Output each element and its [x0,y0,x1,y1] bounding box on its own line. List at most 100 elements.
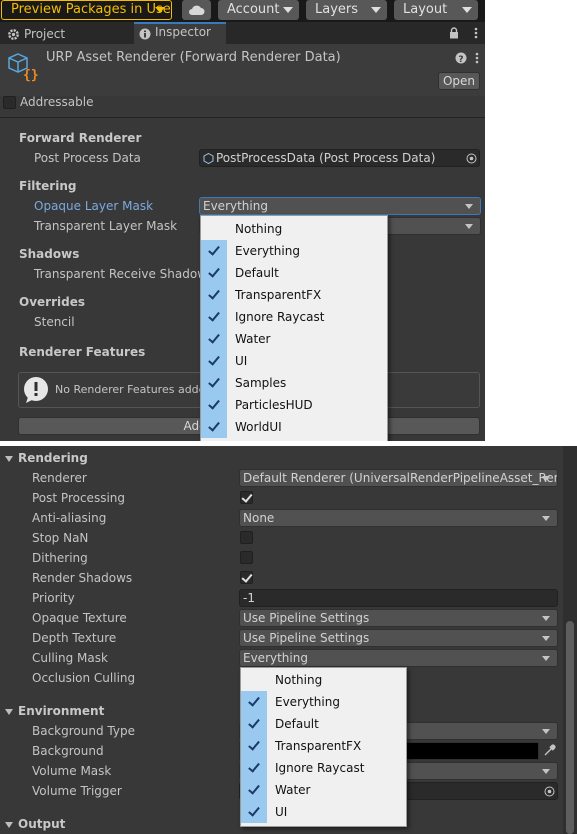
cloud-button[interactable] [182,0,211,20]
chevron-down-icon [542,656,550,661]
layers-dropdown[interactable]: Layers [306,0,387,20]
addressable-checkbox[interactable] [3,96,16,109]
popup-item-label: Everything [275,695,340,709]
foldout-arrow-icon[interactable] [5,822,13,828]
popup-item-water[interactable]: Water [241,779,406,801]
chevron-down-icon [462,7,472,13]
opaque-texture-dropdown[interactable]: Use Pipeline Settings [239,609,558,627]
tab-bar: Project Settings [0,22,485,60]
popup-item-ui[interactable]: UI [201,350,387,372]
header-divider [0,117,485,118]
chevron-down-icon [542,636,550,641]
kebab-menu-icon[interactable] [474,27,478,39]
shadows-heading: Shadows [19,247,80,261]
popup-item-label: Ignore Raycast [275,761,365,775]
dithering-checkbox[interactable] [240,551,253,564]
popup-item-ignore-raycast[interactable]: Ignore Raycast [241,757,406,779]
depth-texture-dropdown[interactable]: Use Pipeline Settings [239,629,558,647]
render-shadows-checkbox[interactable] [240,571,253,584]
volume-mask-label: Volume Mask [32,764,112,778]
opaque-layer-mask-label: Opaque Layer Mask [34,199,154,213]
popup-item-label: Default [275,717,319,731]
checkmark-icon [241,691,267,713]
scrollbar-thumb[interactable] [566,621,574,834]
culling-mask-value: Everything [243,651,308,665]
output-heading[interactable]: Output [18,816,65,832]
inspector-window: Preview Packages in Use Account Layers L… [0,0,485,441]
opaque-layer-mask-dropdown[interactable]: Everything [199,197,481,215]
render-shadows-label: Render Shadows [32,571,133,585]
post-processing-checkbox[interactable] [240,491,253,504]
renderer-value: Default Renderer (UniversalRenderPipelin… [243,471,557,485]
filtering-heading: Filtering [19,179,77,193]
popup-item-label: TransparentFX [235,288,322,302]
main-toolbar: Preview Packages in Use Account Layers L… [0,0,485,22]
checkmark-icon [201,394,227,416]
account-dropdown[interactable]: Account [218,0,299,20]
popup-item-label: UI [235,354,248,368]
popup-item-nothing[interactable]: Nothing [201,218,387,240]
lock-icon[interactable] [449,27,459,39]
popup-item-samples[interactable]: Samples [201,372,387,394]
checkmark-icon [241,735,267,757]
foldout-arrow-icon[interactable] [5,709,13,715]
culling-mask-dropdown[interactable]: Everything [239,649,558,667]
popup-item-default[interactable]: Default [241,713,406,735]
overrides-heading: Overrides [19,295,85,309]
tab-inspector[interactable]: Inspector [134,22,226,44]
layout-dropdown[interactable]: Layout [394,0,478,20]
gear-icon [8,29,19,40]
stop-nan-checkbox[interactable] [240,531,253,544]
transparent-layer-mask-label: Transparent Layer Mask [34,219,178,233]
renderer-asset-icon: {} [8,53,39,82]
cloud-icon [189,5,205,15]
popup-item-water[interactable]: Water [201,328,387,350]
popup-item-everything[interactable]: Everything [241,691,406,713]
popup-item-label: WorldUI [235,420,282,434]
culling-mask-label: Culling Mask [32,651,108,665]
forward-renderer-heading: Forward Renderer [19,131,142,145]
eyedropper-icon[interactable] [543,744,556,757]
opaque-texture-value: Use Pipeline Settings [243,611,370,625]
popup-item-default[interactable]: Default [201,262,387,284]
help-icon[interactable]: ? [455,52,467,64]
priority-input[interactable]: -1 [239,589,558,607]
info-icon [139,28,151,40]
info-message-icon [24,377,48,403]
layout-label: Layout [403,2,448,17]
checkmark-icon [241,779,267,801]
asset-icon [203,153,214,164]
depth-texture-label: Depth Texture [32,631,117,645]
popup-item-nothing[interactable]: Nothing [241,669,406,691]
checkmark-icon [201,306,227,328]
object-picker-icon[interactable] [544,786,555,797]
foldout-arrow-icon[interactable] [5,456,13,462]
popup-item-ignore-raycast[interactable]: Ignore Raycast [201,306,387,328]
preview-packages-button[interactable]: Preview Packages in Use [1,0,172,20]
rendering-heading[interactable]: Rendering [18,450,88,466]
chevron-down-icon [465,224,473,229]
object-picker-icon[interactable] [466,153,477,164]
transparent-receive-shadows-label: Transparent Receive Shadows [34,267,214,281]
popup-item-label: Ignore Raycast [235,310,325,324]
checkmark-icon [201,240,227,262]
popup-item-everything[interactable]: Everything [201,240,387,262]
popup-item-transparentfx[interactable]: TransparentFX [241,735,406,757]
checkmark-icon [201,284,227,306]
popup-item-transparentfx[interactable]: TransparentFX [201,284,387,306]
renderer-dropdown[interactable]: Default Renderer (UniversalRenderPipelin… [239,469,558,487]
post-process-field[interactable]: PostProcessData (Post Process Data) [199,149,480,167]
anti-aliasing-dropdown[interactable]: None [239,509,558,527]
popup-item-ui[interactable]: UI [241,801,406,823]
anti-aliasing-label: Anti-aliasing [32,511,107,525]
anti-aliasing-value: None [243,511,275,525]
stencil-label: Stencil [34,315,75,329]
open-button[interactable]: Open [438,72,480,90]
popup-item-label: Nothing [235,222,283,236]
popup-item-worldui[interactable]: WorldUI [201,416,387,438]
environment-heading[interactable]: Environment [18,703,104,719]
kebab-menu-icon[interactable] [475,52,479,64]
popup-item-label: UI [275,805,288,819]
popup-item-label: Everything [235,244,300,258]
popup-item-particleshud[interactable]: ParticlesHUD [201,394,387,416]
